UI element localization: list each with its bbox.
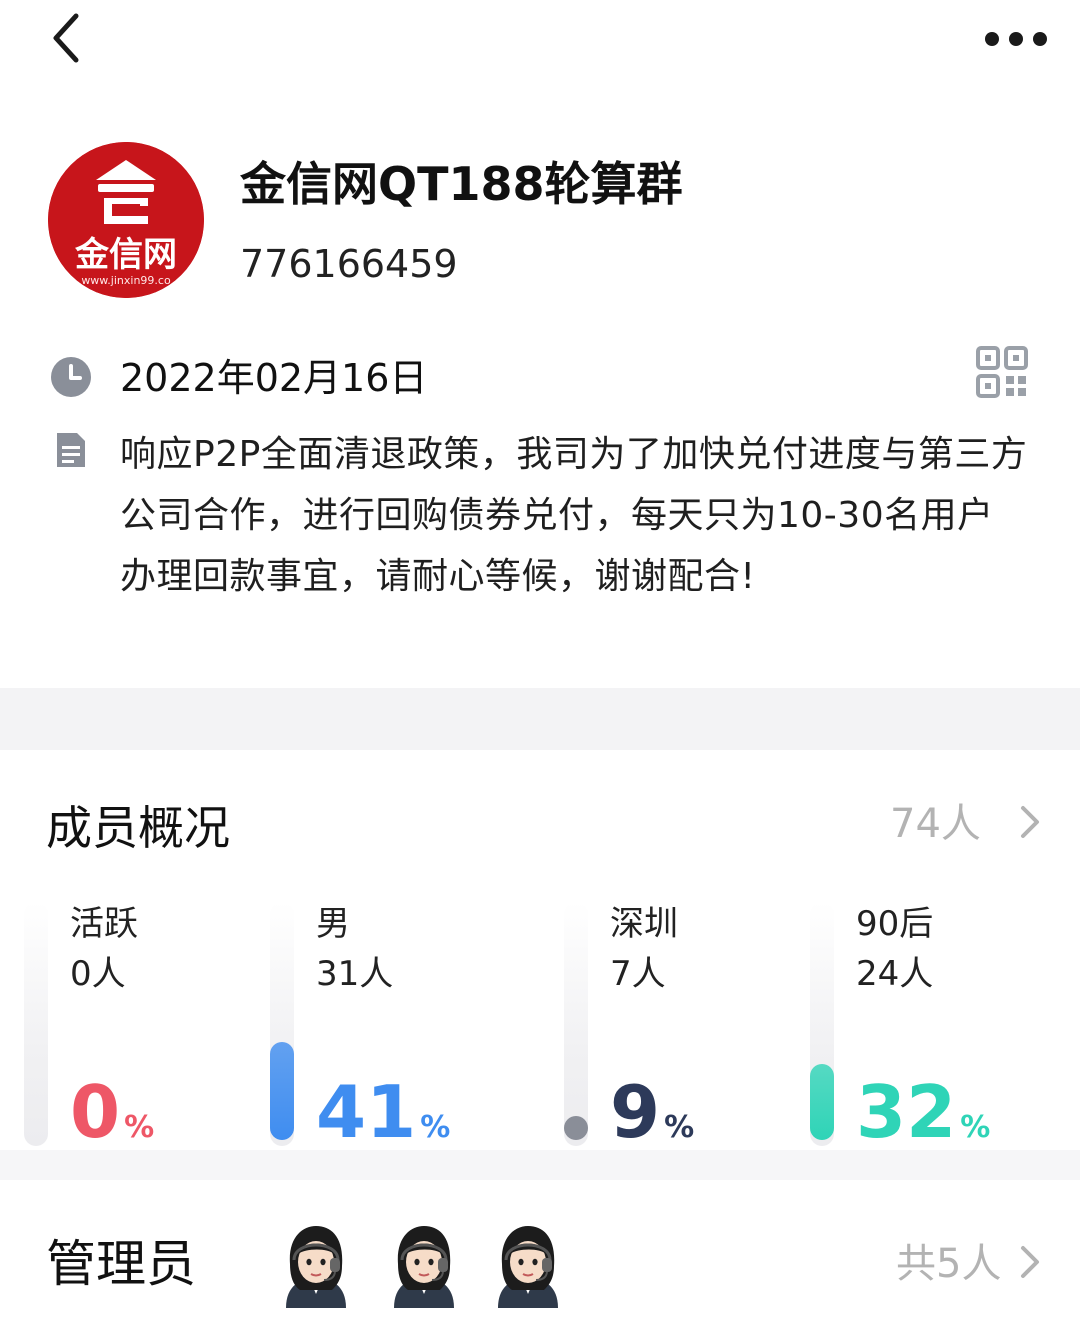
stat-label: 活跃 bbox=[70, 904, 138, 944]
stat-bar-track bbox=[24, 902, 48, 1146]
created-date: 2022年02月16日 bbox=[120, 356, 428, 400]
stat-shenzhen[interactable]: 深圳 7人 9% bbox=[564, 902, 804, 1152]
stat-bar-track bbox=[810, 902, 834, 1146]
more-icon bbox=[985, 32, 1047, 46]
stat-count: 7人 bbox=[610, 954, 666, 994]
stat-label: 男 bbox=[316, 904, 350, 944]
group-description: 响应P2P全面清退政策，我司为了加快兑付进度与第三方公司合作，进行回购债券兑付，… bbox=[120, 434, 1028, 597]
stat-male[interactable]: 男 31人 41% bbox=[270, 902, 510, 1152]
admins-section-title: 管理员 bbox=[46, 1235, 196, 1293]
qr-code-button[interactable] bbox=[976, 346, 1028, 398]
customer-service-avatar-icon bbox=[394, 1226, 454, 1308]
stat-count: 24人 bbox=[856, 954, 934, 994]
stat-bar-fill bbox=[810, 1064, 834, 1140]
stat-bar-track bbox=[270, 902, 294, 1146]
stat-label: 深圳 bbox=[610, 904, 678, 944]
section-divider bbox=[0, 688, 1080, 750]
clock-icon bbox=[50, 356, 92, 398]
stat-count: 0人 bbox=[70, 954, 126, 994]
qr-code-icon bbox=[976, 346, 1028, 398]
more-button[interactable] bbox=[978, 14, 1054, 64]
group-avatar: 金信网 www.jinxin99.co bbox=[48, 142, 204, 298]
stat-active[interactable]: 活跃 0人 0% bbox=[24, 902, 264, 1152]
svg-text:www.jinxin99.co: www.jinxin99.co bbox=[81, 274, 171, 287]
customer-service-avatar-icon bbox=[286, 1226, 346, 1308]
group-id: 776166459 bbox=[240, 242, 458, 286]
admin-count-link[interactable]: 共5人 bbox=[896, 1236, 1001, 1292]
customer-service-avatar-icon bbox=[498, 1226, 558, 1308]
chevron-right-icon[interactable] bbox=[1016, 1240, 1044, 1284]
svg-text:金信网: 金信网 bbox=[74, 235, 177, 275]
members-section-title: 成员概况 bbox=[46, 801, 230, 855]
admin-avatar[interactable] bbox=[380, 1220, 468, 1308]
jinxin-logo-icon: 金信网 www.jinxin99.co bbox=[48, 142, 204, 298]
group-name: 金信网QT188轮算群 bbox=[240, 157, 683, 211]
stat-bar-fill bbox=[270, 1042, 294, 1140]
admin-avatar[interactable] bbox=[272, 1220, 360, 1308]
stat-bar-fill bbox=[564, 1116, 588, 1140]
stat-count: 31人 bbox=[316, 954, 394, 994]
chevron-right-icon[interactable] bbox=[1016, 800, 1044, 844]
back-icon bbox=[53, 13, 79, 63]
section-divider bbox=[0, 1150, 1080, 1180]
admin-avatar[interactable] bbox=[484, 1220, 572, 1308]
document-icon bbox=[54, 430, 88, 470]
stat-post90[interactable]: 90后 24人 32% bbox=[810, 902, 1050, 1152]
back-button[interactable] bbox=[40, 8, 100, 68]
stat-label: 90后 bbox=[856, 904, 934, 944]
member-count-link[interactable]: 74人 bbox=[890, 796, 981, 852]
stat-bar-track bbox=[564, 902, 588, 1146]
